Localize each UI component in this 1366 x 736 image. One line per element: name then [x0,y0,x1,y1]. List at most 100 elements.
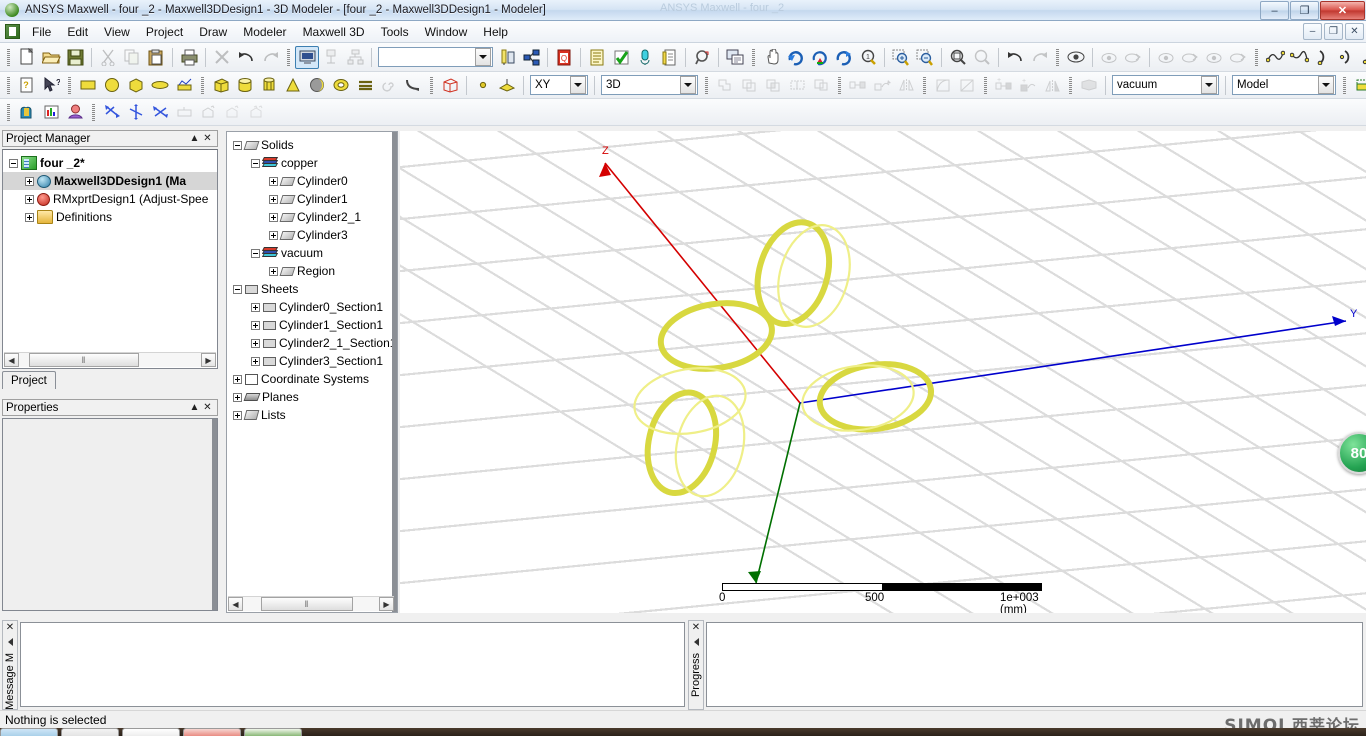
taskbar-item-2[interactable] [122,728,180,736]
tree-node-vacuum[interactable]: vacuum [227,244,397,262]
tree-node-cylinder1[interactable]: Cylinder1 [227,190,397,208]
undo-arrow-icon[interactable] [234,46,258,69]
draw-torus-icon[interactable] [329,74,353,96]
taskbar-item-3[interactable] [183,728,241,736]
model-type-combo[interactable]: Model [1232,75,1336,95]
toolbar-grip[interactable] [5,75,12,95]
menu-draw[interactable]: Draw [191,22,235,42]
zoom-dynamic-icon[interactable]: 1 [856,46,880,69]
analyze-all-setup-icon[interactable] [519,46,543,69]
draw-user-defined-primitive-icon[interactable] [438,74,462,96]
draw-point-icon[interactable] [471,74,495,96]
select-multi-objects-icon[interactable] [196,101,220,123]
dynamic-rotate-icon[interactable] [808,46,832,69]
expander-minus-icon[interactable] [9,158,18,168]
cut-scissors-icon[interactable] [96,46,120,69]
menu-modeler[interactable]: Modeler [235,22,294,42]
menu-window[interactable]: Window [417,22,476,42]
model-history-tree[interactable]: Solids copper Cylinder0 Cylinder1 Cylind [226,131,398,613]
arc-3point-icon[interactable] [1311,46,1335,69]
tree-item-definitions[interactable]: Definitions [3,208,217,226]
expander-plus-icon[interactable] [269,176,278,186]
section-icon[interactable] [1077,74,1101,96]
validation-check-icon[interactable] [495,46,519,69]
analyze-all-icon[interactable] [319,46,343,69]
scroll-right-icon[interactable]: ▶ [379,597,394,611]
scroll-right-icon[interactable]: ▶ [201,353,216,367]
select-objects-icon[interactable] [100,101,124,123]
desktop-monitor-icon[interactable] [295,45,319,69]
scroll-track[interactable]: ‖ [243,597,379,611]
duplicate-around-axis-icon[interactable]: + [1016,74,1040,96]
expander-plus-icon[interactable] [251,338,260,348]
previous-view-icon[interactable] [1003,46,1027,69]
tree-node-coordinate-systems[interactable]: Coordinate Systems [227,370,397,388]
zoom-in-icon[interactable] [889,46,913,69]
select-by-name-icon[interactable] [220,101,244,123]
draw-spiral-icon[interactable] [377,74,401,96]
delete-x-icon[interactable] [210,46,234,69]
split-icon[interactable] [785,74,809,96]
toolbar-grip[interactable] [1253,47,1260,67]
menu-edit[interactable]: Edit [59,22,96,42]
open-folder-icon[interactable] [39,46,63,69]
show-all-icon[interactable] [1178,46,1202,69]
modeler-3d-viewport[interactable]: Z Y 80 0 500 1e+003 (mm) [400,131,1366,613]
chevron-down-icon[interactable] [570,76,586,94]
collapse-icon[interactable]: ▲ [188,133,201,144]
draw-sphere-icon[interactable] [305,74,329,96]
show-others-icon[interactable] [1226,46,1250,69]
draw-bondwire-icon[interactable] [401,74,425,96]
tree-node-sheets[interactable]: Sheets [227,280,397,298]
mdi-restore-button[interactable]: ❐ [1324,23,1343,40]
toolbar-grip[interactable] [90,102,97,122]
tree-node-cylinder2-1[interactable]: Cylinder2_1 [227,208,397,226]
optimetrics-icon[interactable] [63,101,87,123]
close-icon[interactable]: ✕ [692,623,700,633]
select-vertices-icon[interactable] [172,101,196,123]
tree-node-solids[interactable]: Solids [227,136,397,154]
model-tree-vscrollbar[interactable] [392,132,397,612]
draw-cylinder-icon[interactable] [233,74,257,96]
rotate-around-icon[interactable] [832,46,856,69]
menu-project[interactable]: Project [138,22,191,42]
close-icon[interactable]: ✕ [201,133,214,144]
move-icon[interactable] [846,74,870,96]
tree-node-cylinder0-section1[interactable]: Cylinder0_Section1 [227,298,397,316]
draw-helix-icon[interactable] [353,74,377,96]
tree-node-lists[interactable]: Lists [227,406,397,424]
hide-object-icon[interactable] [1097,46,1121,69]
scroll-track[interactable]: ‖ [19,353,201,367]
scroll-thumb[interactable]: ‖ [29,353,139,367]
tree-node-cylinder3[interactable]: Cylinder3 [227,226,397,244]
draw-plane-icon[interactable] [495,74,519,96]
intersect-icon[interactable] [761,74,785,96]
tree-node-cylinder3-section1[interactable]: Cylinder3_Section1 [227,352,397,370]
copy-icon[interactable] [120,46,144,69]
toolbar-grip[interactable] [428,75,435,95]
toolbar-grip[interactable] [1067,75,1074,95]
mirror-icon[interactable] [894,74,918,96]
expander-plus-icon[interactable] [269,194,278,204]
design-selector-combo[interactable] [378,47,493,67]
show-model-icon[interactable] [1351,74,1366,96]
solution-data-icon[interactable] [657,46,681,69]
tree-node-cylinder0[interactable]: Cylinder0 [227,172,397,190]
tree-node-copper[interactable]: copper [227,154,397,172]
toolbar-grip[interactable] [1341,75,1348,95]
message-list[interactable] [20,622,685,707]
tree-item-project[interactable]: four _2* [3,154,217,172]
duplicate-mirror-icon[interactable] [1040,74,1064,96]
sweep-around-axis-icon[interactable] [931,74,955,96]
view-mode-combo[interactable]: 3D [601,75,698,95]
viewport-canvas[interactable]: Z Y [400,131,1366,613]
duplicate-along-line-icon[interactable]: + [992,74,1016,96]
tree-item-maxwell3ddesign1[interactable]: Maxwell3DDesign1 (Ma [3,172,217,190]
toolbar-grip[interactable] [5,47,12,67]
chevron-down-icon[interactable] [1318,76,1334,94]
tab-project[interactable]: Project [2,371,56,389]
toolbar-grip[interactable] [66,75,73,95]
draw-ellipse-icon[interactable] [148,74,172,96]
tree-node-cylinder1-section1[interactable]: Cylinder1_Section1 [227,316,397,334]
menu-file[interactable]: File [24,22,59,42]
